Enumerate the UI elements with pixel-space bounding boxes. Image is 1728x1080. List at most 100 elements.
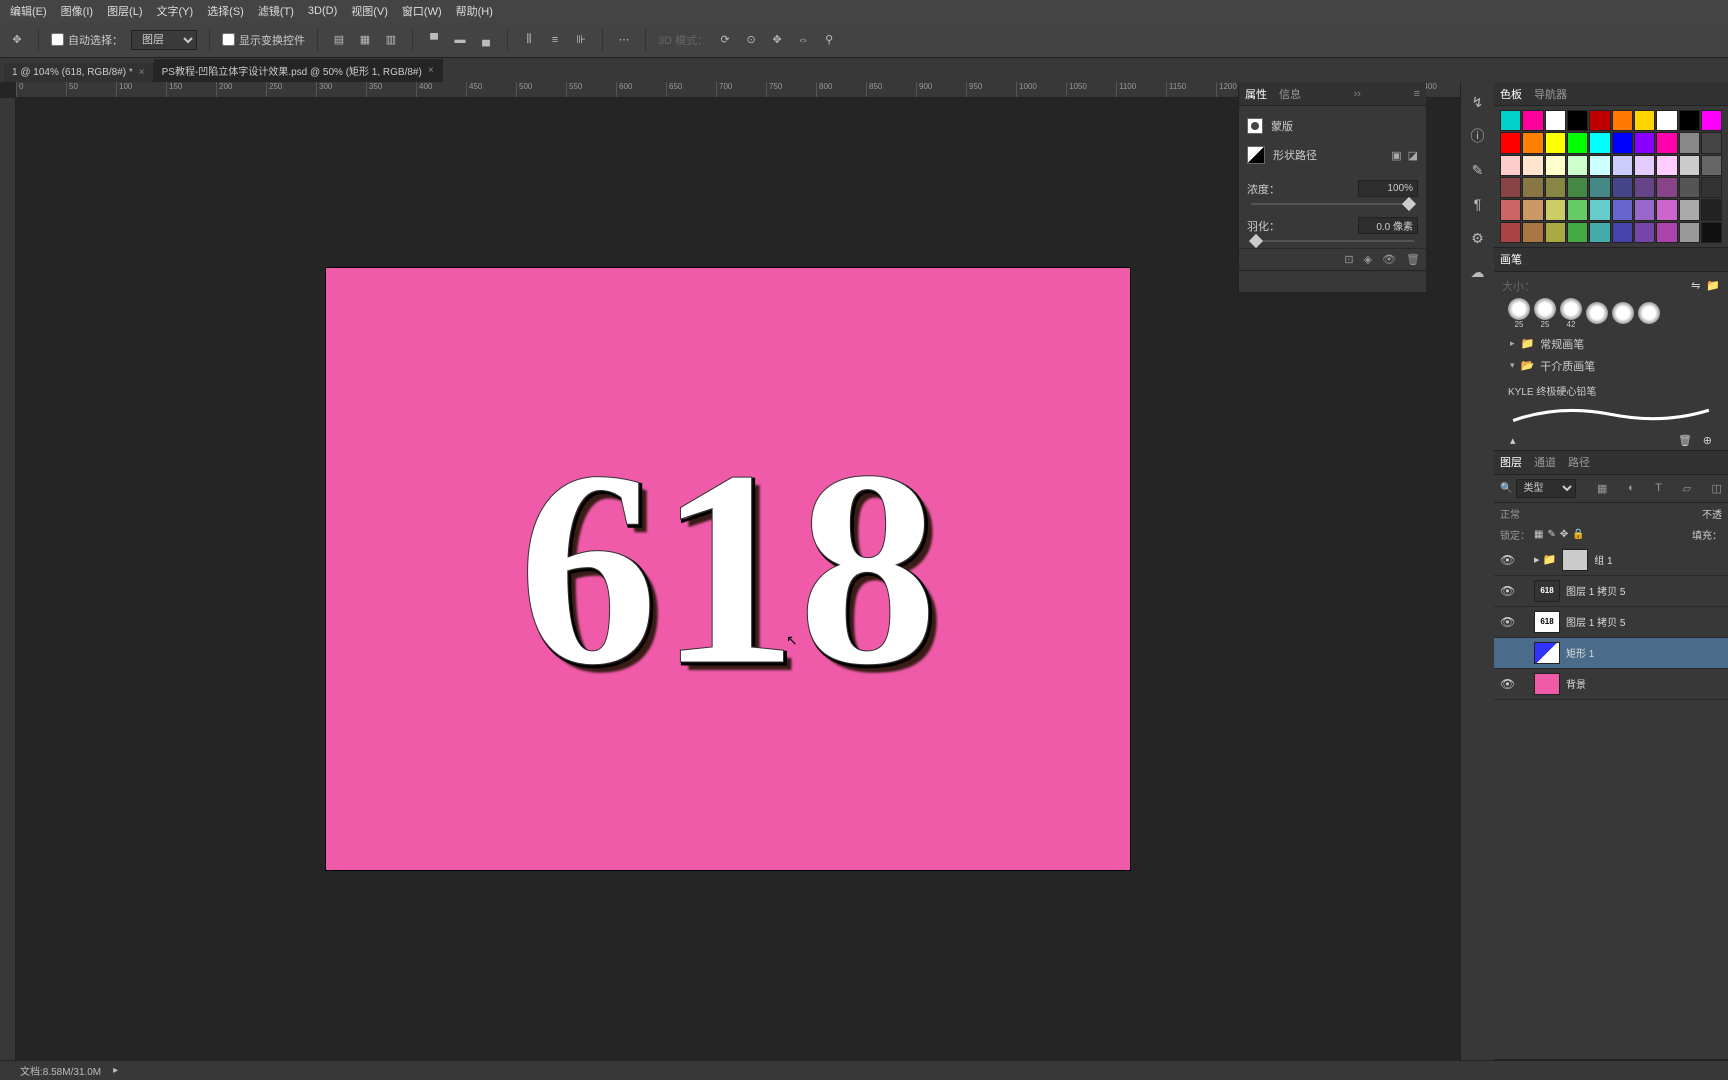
- brush-preset[interactable]: 25: [1508, 298, 1530, 329]
- swatch[interactable]: [1500, 199, 1521, 220]
- a-panel-icon[interactable]: ↯: [1468, 92, 1488, 112]
- ruler-vertical[interactable]: [0, 98, 16, 1060]
- swatch[interactable]: [1500, 110, 1521, 131]
- layer-select-dropdown[interactable]: 图层: [131, 30, 197, 50]
- more-options-icon[interactable]: ⋯: [615, 31, 633, 49]
- swatch[interactable]: [1679, 132, 1700, 153]
- swatch[interactable]: [1567, 177, 1588, 198]
- brush-preset[interactable]: [1586, 302, 1608, 324]
- tab-paths[interactable]: 路径: [1568, 454, 1590, 470]
- lock-transparency-icon[interactable]: ▦: [1534, 529, 1543, 540]
- swatch[interactable]: [1612, 110, 1633, 131]
- panel-menu-icon[interactable]: ≡: [1414, 88, 1420, 100]
- mask-apply-icon[interactable]: 👁: [1382, 253, 1396, 266]
- brush-preview-kyle[interactable]: KYLE 终极硬心铅笔: [1502, 377, 1720, 436]
- info-panel-icon[interactable]: ⓘ: [1468, 126, 1488, 146]
- swatch[interactable]: [1634, 199, 1655, 220]
- swatch[interactable]: [1612, 132, 1633, 153]
- swatch[interactable]: [1679, 222, 1700, 243]
- delete-brush-icon[interactable]: 🗑: [1678, 434, 1692, 447]
- mask-select-icon[interactable]: ▣: [1391, 149, 1401, 162]
- swatch[interactable]: [1589, 132, 1610, 153]
- show-transform-checkbox[interactable]: 显示变换控件: [222, 32, 305, 48]
- tab-channels[interactable]: 通道: [1534, 454, 1556, 470]
- swatch[interactable]: [1679, 199, 1700, 220]
- visibility-toggle-icon[interactable]: 👁: [1500, 584, 1514, 598]
- swatch[interactable]: [1701, 177, 1722, 198]
- swatch[interactable]: [1522, 132, 1543, 153]
- tab-brushes[interactable]: 画笔: [1500, 251, 1522, 267]
- swatch[interactable]: [1656, 199, 1677, 220]
- swatch[interactable]: [1545, 222, 1566, 243]
- menu-filter[interactable]: 滤镜(T): [252, 1, 300, 21]
- swatch[interactable]: [1545, 199, 1566, 220]
- swatch[interactable]: [1634, 222, 1655, 243]
- brush-preset[interactable]: [1638, 302, 1660, 324]
- move-tool-icon[interactable]: ✥: [8, 31, 26, 49]
- feather-slider[interactable]: [1251, 240, 1414, 242]
- brush-preset[interactable]: [1612, 302, 1634, 324]
- swatch[interactable]: [1567, 199, 1588, 220]
- flip-x-icon[interactable]: ⇋: [1691, 279, 1700, 292]
- visibility-toggle-icon[interactable]: 👁: [1500, 553, 1514, 567]
- lock-position-icon[interactable]: ✥: [1560, 529, 1568, 540]
- swatch[interactable]: [1589, 155, 1610, 176]
- mask-invert-icon[interactable]: ◪: [1408, 149, 1418, 162]
- swatch[interactable]: [1545, 132, 1566, 153]
- libraries-panel-icon[interactable]: ☁: [1468, 262, 1488, 282]
- swatch[interactable]: [1522, 110, 1543, 131]
- swatch[interactable]: [1545, 177, 1566, 198]
- swatch[interactable]: [1612, 222, 1633, 243]
- align-right-icon[interactable]: ▥: [382, 31, 400, 49]
- swatch[interactable]: [1656, 222, 1677, 243]
- swatch[interactable]: [1612, 199, 1633, 220]
- canvas[interactable]: 618 618 618 ↖: [326, 268, 1130, 870]
- menu-view[interactable]: 视图(V): [345, 1, 394, 21]
- align-top-icon[interactable]: ▀: [425, 31, 443, 49]
- brush-folder-icon[interactable]: 📁: [1706, 279, 1720, 292]
- distribute-spacing-icon[interactable]: ⊪: [572, 31, 590, 49]
- swatch[interactable]: [1589, 222, 1610, 243]
- swatch[interactable]: [1567, 222, 1588, 243]
- filter-shape-icon[interactable]: ▱: [1683, 482, 1691, 495]
- swatch[interactable]: [1701, 222, 1722, 243]
- swatch[interactable]: [1567, 132, 1588, 153]
- tab-swatches[interactable]: 色板: [1500, 86, 1522, 102]
- swatch[interactable]: [1545, 110, 1566, 131]
- menu-window[interactable]: 窗口(W): [396, 1, 448, 21]
- menu-layer[interactable]: 图层(L): [101, 1, 148, 21]
- swatch[interactable]: [1701, 132, 1722, 153]
- lock-pixels-icon[interactable]: ✎: [1547, 529, 1555, 540]
- swatch[interactable]: [1634, 132, 1655, 153]
- swatch[interactable]: [1589, 177, 1610, 198]
- close-tab-icon[interactable]: ×: [139, 67, 145, 78]
- swatch[interactable]: [1589, 110, 1610, 131]
- tab-layers[interactable]: 图层: [1500, 454, 1522, 470]
- close-tab-icon[interactable]: ×: [428, 65, 434, 76]
- menu-3d[interactable]: 3D(D): [302, 3, 343, 19]
- menu-help[interactable]: 帮助(H): [450, 1, 499, 21]
- tab-document-1[interactable]: 1 @ 104% (618, RGB/8#) *×: [4, 63, 154, 82]
- tab-navigator[interactable]: 导航器: [1534, 86, 1567, 102]
- brush-folder-normal[interactable]: ▸📁常规画笔: [1502, 333, 1720, 355]
- swatch[interactable]: [1679, 155, 1700, 176]
- tab-document-2[interactable]: PS教程-凹陷立体字设计效果.psd @ 50% (矩形 1, RGB/8#)×: [154, 59, 443, 82]
- swatch[interactable]: [1522, 199, 1543, 220]
- swatch[interactable]: [1612, 177, 1633, 198]
- swatch[interactable]: [1701, 199, 1722, 220]
- swatch[interactable]: [1679, 110, 1700, 131]
- swatch[interactable]: [1701, 155, 1722, 176]
- filter-pixel-icon[interactable]: ▦: [1597, 482, 1607, 495]
- swatch[interactable]: [1500, 177, 1521, 198]
- density-input[interactable]: [1358, 180, 1418, 197]
- brush-preset[interactable]: 25: [1534, 298, 1556, 329]
- menu-edit[interactable]: 编辑(E): [4, 1, 53, 21]
- panel-collapse-icon[interactable]: ››: [1354, 88, 1361, 100]
- swatch[interactable]: [1545, 155, 1566, 176]
- color-panel-icon[interactable]: ✎: [1468, 160, 1488, 180]
- tab-properties[interactable]: 属性: [1245, 86, 1267, 102]
- layer-item[interactable]: 👁618图层 1 拷贝 5: [1494, 576, 1728, 607]
- swatch[interactable]: [1701, 110, 1722, 131]
- distribute-v-icon[interactable]: ≡: [546, 31, 564, 49]
- auto-select-checkbox[interactable]: 自动选择：: [51, 32, 123, 48]
